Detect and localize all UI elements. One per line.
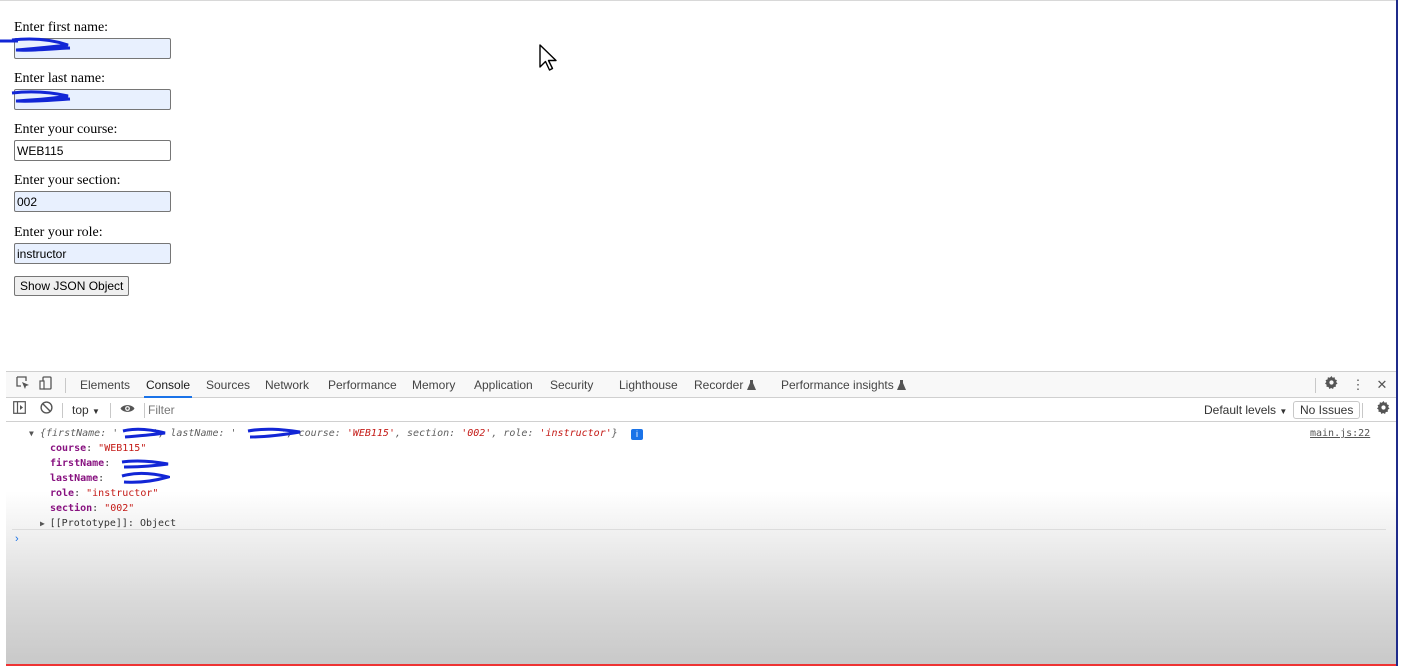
console-toolbar: top ▼ Default levels ▼ No Issues	[6, 398, 1396, 422]
show-json-object-button[interactable]: Show JSON Object	[14, 276, 130, 296]
flask-icon	[746, 380, 756, 390]
tab-performance-insights-label: Performance insights	[781, 378, 894, 392]
inspect-element-icon[interactable]	[14, 376, 32, 394]
default-levels-dropdown[interactable]: Default levels ▼	[1204, 398, 1287, 422]
last-name-label: Enter last name:	[14, 71, 105, 86]
first-name-field: Enter first name:	[14, 20, 171, 59]
section-field: Enter your section:	[14, 173, 171, 212]
context-selector[interactable]: top ▼	[72, 398, 100, 422]
log-property-last-name: lastName:	[50, 473, 105, 484]
tab-elements[interactable]: Elements	[78, 372, 132, 398]
summary-course-key: ', course:	[280, 428, 347, 439]
sidebar-toggle-icon[interactable]	[10, 401, 28, 419]
property-key: role	[50, 488, 75, 499]
close-icon[interactable]: ✕	[1373, 376, 1391, 394]
clear-console-icon[interactable]	[37, 401, 55, 419]
collapse-arrow-icon[interactable]: ▼	[29, 426, 34, 441]
tab-network[interactable]: Network	[263, 372, 311, 398]
toolbar-divider	[1362, 403, 1363, 418]
devtools-tab-bar: Elements Console Sources Network Perform…	[6, 371, 1396, 398]
property-value: "WEB115"	[98, 443, 147, 454]
tab-lighthouse[interactable]: Lighthouse	[617, 372, 680, 398]
tab-memory[interactable]: Memory	[410, 372, 457, 398]
log-property-role: role: "instructor"	[50, 488, 159, 499]
course-input[interactable]	[14, 140, 171, 161]
redaction-scribble	[121, 459, 169, 469]
source-link[interactable]: main.js:22	[1310, 426, 1370, 441]
summary-section-value: '002'	[461, 428, 492, 439]
property-value: "instructor"	[86, 488, 159, 499]
toolbar-divider	[110, 403, 111, 418]
log-property-first-name: firstName:	[50, 458, 111, 469]
log-property-section: section: "002"	[50, 503, 135, 514]
property-value: "002"	[104, 503, 135, 514]
last-name-field: Enter last name:	[14, 71, 171, 110]
window-edge	[1396, 0, 1402, 666]
section-label: Enter your section:	[14, 173, 121, 188]
property-key: course	[50, 443, 87, 454]
property-key: section	[50, 503, 93, 514]
eye-icon[interactable]	[118, 401, 136, 419]
tab-recorder-label: Recorder	[694, 378, 744, 392]
last-name-input[interactable]	[14, 89, 171, 110]
role-input[interactable]	[14, 243, 171, 264]
context-selector-label: top	[72, 403, 89, 417]
property-key: lastName	[50, 473, 99, 484]
more-vert-icon[interactable]: ⋮	[1349, 376, 1367, 394]
tab-performance[interactable]: Performance	[326, 372, 399, 398]
console-output: ▼ {firstName: ' ', lastName: ' ', course: …	[6, 423, 1396, 663]
gear-icon[interactable]	[1374, 401, 1392, 419]
summary-close: }	[611, 428, 618, 439]
dropdown-arrow-icon: ▼	[1279, 407, 1288, 416]
section-input[interactable]	[14, 191, 171, 212]
summary-section-key: , section:	[394, 428, 462, 439]
role-field: Enter your role:	[14, 225, 171, 264]
tab-performance-insights[interactable]: Performance insights	[779, 372, 908, 398]
first-name-input[interactable]	[14, 38, 171, 59]
property-key: firstName	[50, 458, 105, 469]
console-prompt-icon[interactable]: ›	[15, 533, 19, 545]
tab-application[interactable]: Application	[472, 372, 535, 398]
prototype-value: Object	[139, 518, 177, 529]
role-label: Enter your role:	[14, 225, 103, 240]
tab-recorder[interactable]: Recorder	[692, 372, 758, 398]
tab-security[interactable]: Security	[548, 372, 595, 398]
tab-sources[interactable]: Sources	[204, 372, 252, 398]
summary-role-value: 'instructor'	[539, 428, 612, 439]
summary-open: {firstName: '	[40, 428, 119, 439]
mouse-cursor-icon	[539, 44, 557, 71]
flask-icon	[897, 380, 907, 390]
toolbar-divider	[144, 403, 145, 418]
toolbar-divider	[62, 403, 63, 418]
log-object-summary[interactable]: {firstName: ' ', lastName: ' ', course: 'W…	[40, 426, 618, 441]
gear-icon[interactable]	[1322, 376, 1340, 394]
log-property-course: course: "WEB115"	[50, 443, 147, 454]
webpage-viewport: Enter first name: Enter last name: Enter…	[0, 0, 1396, 371]
prototype-key: [[Prototype]]	[49, 518, 128, 529]
info-icon[interactable]: i	[631, 429, 643, 440]
expand-arrow-icon: ▶	[40, 519, 50, 528]
no-issues-button[interactable]: No Issues	[1293, 401, 1361, 419]
tab-console[interactable]: Console	[144, 372, 193, 398]
log-separator	[12, 529, 1386, 530]
course-label: Enter your course:	[14, 122, 118, 137]
summary-last-name-key: ', lastName: '	[152, 428, 237, 439]
default-levels-label: Default levels	[1204, 403, 1277, 417]
redaction-scribble	[121, 472, 170, 484]
device-toolbar-icon[interactable]	[37, 376, 55, 394]
console-filter-input[interactable]	[148, 401, 448, 419]
dropdown-arrow-icon: ▼	[92, 407, 100, 416]
first-name-label: Enter first name:	[14, 20, 109, 35]
summary-course-value: 'WEB115'	[346, 428, 395, 439]
summary-role-key: , role:	[491, 428, 540, 439]
toolbar-divider	[65, 378, 66, 393]
toolbar-divider	[1315, 378, 1316, 393]
devtools-panel: Elements Console Sources Network Perform…	[6, 371, 1396, 666]
course-field: Enter your course:	[14, 122, 171, 161]
